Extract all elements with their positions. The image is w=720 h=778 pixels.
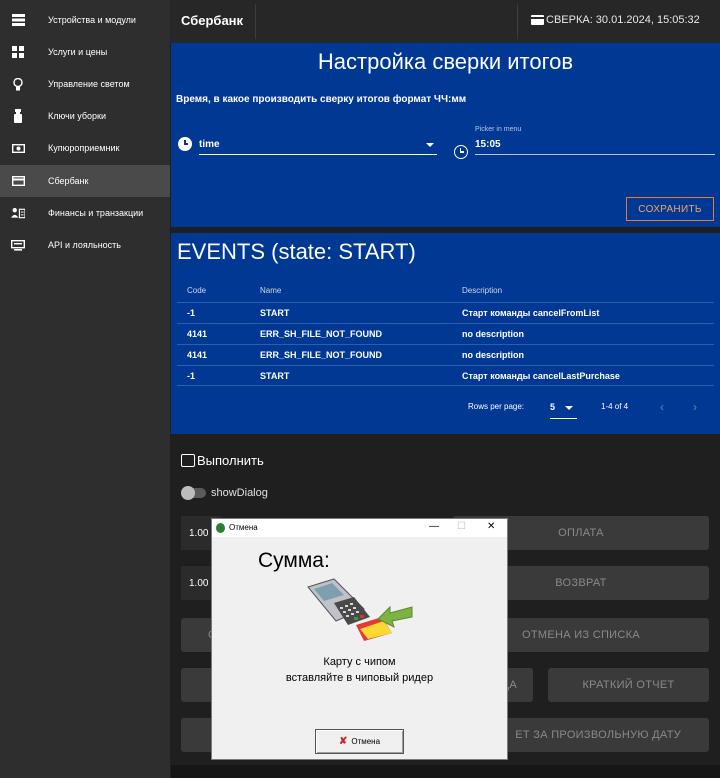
sidebar-item-label: Сбербанк (48, 176, 89, 186)
picker-label: Picker in menu (475, 126, 522, 133)
sidebar-item-services[interactable]: Услуги и цены (0, 36, 170, 68)
execute-title: Выполнить (197, 453, 264, 468)
cell-code: -1 (187, 371, 196, 381)
page-title: Сбербанк (181, 13, 244, 28)
dialog-message-line2: вставляйте в чиповый ридер (285, 672, 434, 684)
dialog-message-line1: Карту с чипом (323, 656, 396, 668)
app-icon (216, 523, 225, 533)
divider (255, 4, 256, 39)
select-underline (550, 418, 577, 419)
clock-icon (178, 137, 192, 151)
cancel-dialog: Отмена — ☐ ✕ Сумма: Карту с чипом вставл… (211, 518, 508, 760)
banknote-icon (11, 141, 25, 155)
cell-code: 4141 (187, 350, 208, 360)
sidebar-item-label: Финансы и транзакции (48, 208, 144, 218)
sidebar-item-devices[interactable]: Устройства и модули (0, 4, 170, 36)
chevron-right-icon[interactable]: › (693, 400, 697, 414)
sidebar-item-label: Устройства и модули (48, 15, 136, 25)
clock-outline-icon (454, 145, 468, 159)
close-icon: ✘ (338, 736, 348, 747)
bottom-strip (171, 765, 720, 778)
sidebar-item-api[interactable]: API и лояльность (0, 229, 170, 261)
chevron-left-icon[interactable]: ‹ (660, 400, 664, 414)
cell-name: START (260, 308, 290, 318)
column-header-description: Description (462, 286, 503, 295)
settings-subtitle: Время, в какое производить сверку итогов… (176, 94, 467, 105)
top-bar: Сбербанк СВЕРКА: 30.01.2024, 15:05:32 (170, 0, 720, 43)
table-row[interactable]: 4141 ERR_SH_FILE_NOT_FOUND no descriptio… (177, 323, 714, 344)
chevron-down-icon (426, 143, 434, 147)
sidebar-item-label: API и лояльность (48, 240, 121, 250)
sidebar-item-lights[interactable]: Управление светом (0, 68, 170, 100)
cell-description: Старт команды cancelLastPurchase (462, 371, 620, 381)
toggle-label: showDialog (211, 487, 268, 499)
short-report-button[interactable]: КРАТКИЙ ОТЧЕТ (548, 668, 709, 702)
cell-code: 4141 (187, 329, 208, 339)
dialog-titlebar[interactable]: Отмена — ☐ ✕ (212, 519, 507, 537)
picker-value: 15:05 (475, 139, 501, 150)
events-title: EVENTS (state: START) (177, 239, 416, 264)
close-icon[interactable]: ✕ (487, 521, 495, 532)
card-terminal-icon (307, 578, 413, 641)
dialog-cancel-button[interactable]: ✘ Отмена (315, 729, 404, 754)
cell-description: no description (462, 350, 525, 360)
cell-name: ERR_SH_FILE_NOT_FOUND (260, 350, 383, 360)
grid-icon (11, 45, 25, 59)
server-icon (11, 13, 25, 27)
sidebar-item-label: Услуги и цены (48, 47, 108, 57)
sum-label: Сумма: (258, 549, 330, 572)
cell-code: -1 (187, 308, 196, 318)
cell-description: Старт команды cancelFromList (462, 308, 600, 318)
picker-underline (475, 154, 715, 155)
sidebar-item-finance[interactable]: Финансы и транзакции (0, 197, 170, 229)
rows-per-page-label: Rows per page: (468, 402, 525, 411)
divider (517, 4, 518, 39)
sidebar-item-cleaning-keys[interactable]: Ключи уборки (0, 100, 170, 132)
sidebar-item-label: Управление светом (48, 79, 130, 89)
cell-description: no description (462, 329, 525, 339)
sidebar-item-bill-acceptor[interactable]: Купюроприемник (0, 132, 170, 164)
select-underline (199, 154, 437, 155)
select-value: time (199, 139, 220, 150)
minimize-icon[interactable]: — (429, 521, 439, 532)
dialog-title: Отмена (229, 523, 258, 532)
execute-heading: Выполнить (181, 453, 264, 468)
cancel-label: Отмена (351, 737, 381, 746)
chevron-down-icon (565, 406, 573, 410)
cell-name: START (260, 371, 290, 381)
table-row[interactable]: -1 START Старт команды cancelLastPurchas… (177, 365, 714, 386)
sidebar-item-label: Купюроприемник (48, 143, 120, 153)
spray-bottle-icon (11, 109, 25, 123)
settings-title: Настройка сверки итогов (317, 49, 574, 74)
reconciliation-settings-panel: Настройка сверки итогов Время, в какое п… (171, 43, 720, 227)
table-row[interactable]: 4141 ERR_SH_FILE_NOT_FOUND no descriptio… (177, 344, 714, 365)
monitor-icon (11, 238, 25, 252)
maximize-icon[interactable]: ☐ (457, 521, 466, 532)
reconciliation-text: СВЕРКА: 30.01.2024, 15:05:32 (546, 14, 700, 26)
save-button[interactable]: СОХРАНИТЬ (626, 197, 714, 221)
lightbulb-icon (11, 77, 25, 91)
sidebar-item-label: Ключи уборки (48, 111, 106, 121)
show-dialog-toggle[interactable] (181, 486, 206, 500)
cell-name: ERR_SH_FILE_NOT_FOUND (260, 329, 383, 339)
table-row[interactable]: -1 START Старт команды cancelFromList (177, 302, 714, 323)
sidebar: Устройства и модули Услуги и цены Управл… (0, 0, 170, 778)
finance-icon (11, 206, 25, 220)
rows-per-page-value: 5 (550, 402, 556, 412)
credit-card-icon (531, 15, 544, 25)
events-panel: EVENTS (state: START) Code Name Descript… (171, 233, 720, 434)
sidebar-item-sberbank[interactable]: Сбербанк (0, 165, 170, 197)
reconciliation-status: СВЕРКА: 30.01.2024, 15:05:32 (531, 14, 700, 26)
pagination-range: 1-4 of 4 (601, 402, 629, 411)
column-header-name: Name (260, 286, 282, 295)
credit-card-icon (11, 174, 25, 188)
touch-app-icon (181, 454, 195, 467)
column-header-code: Code (187, 286, 207, 295)
